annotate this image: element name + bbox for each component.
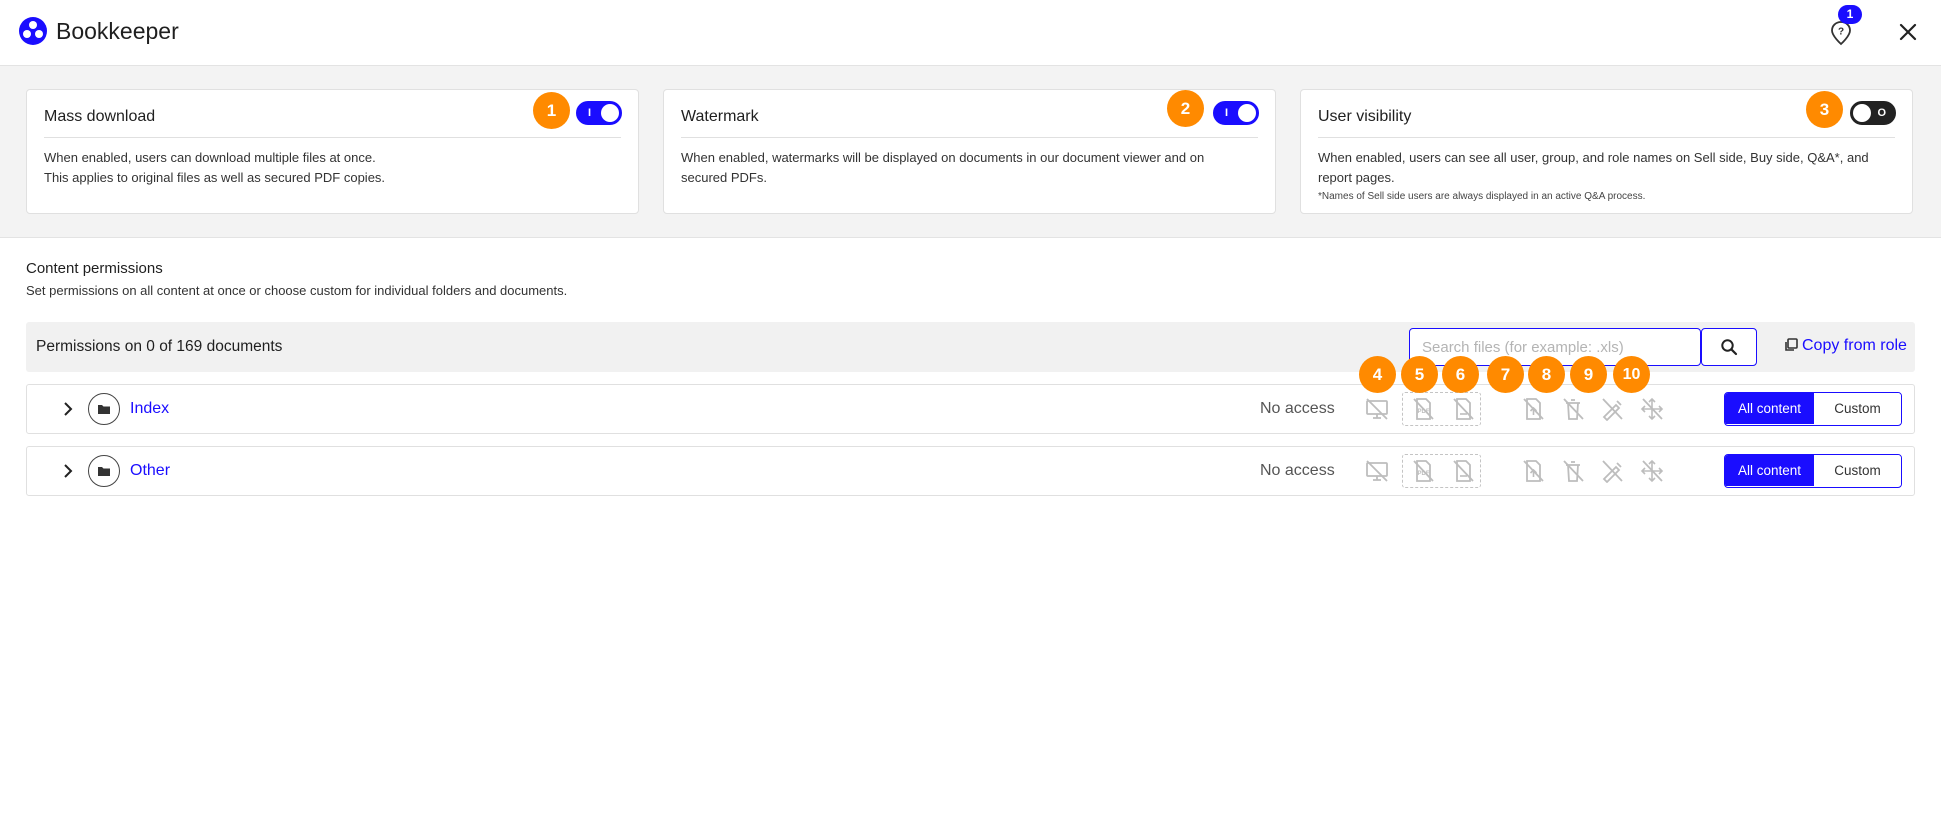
all-content-button[interactable]: All content [1725, 393, 1814, 424]
all-content-button[interactable]: All content [1725, 455, 1814, 486]
settings-panel: Mass download I When enabled, users can … [0, 66, 1941, 238]
card-note: *Names of Sell side users are always dis… [1318, 191, 1646, 202]
custom-button[interactable]: Custom [1814, 455, 1901, 486]
folder-icon [88, 455, 120, 487]
search-icon [1721, 339, 1738, 356]
folder-row-other[interactable]: Other No access PDF All content Custom [26, 446, 1915, 496]
content-permissions-title: Content permissions [26, 260, 163, 277]
access-level: No access [1260, 400, 1335, 417]
mass-download-toggle[interactable]: I [576, 101, 622, 125]
callout-badge: 7 [1487, 356, 1524, 393]
delete-disabled-icon[interactable] [1560, 397, 1586, 421]
callout-badge: 3 [1806, 91, 1843, 128]
help-badge: 1 [1838, 5, 1862, 24]
access-level: No access [1260, 462, 1335, 479]
people-logo-icon [19, 17, 47, 45]
callout-badge: 5 [1401, 356, 1438, 393]
copy-from-role-link[interactable]: Copy from role [1784, 337, 1907, 355]
upload-disabled-icon[interactable] [1520, 397, 1546, 421]
folder-name[interactable]: Index [130, 400, 169, 418]
content-permissions-subtitle: Set permissions on all content at once o… [26, 283, 568, 298]
permissions-count: Permissions on 0 of 169 documents [36, 338, 283, 355]
callout-badge: 9 [1570, 356, 1607, 393]
card-description: When enabled, users can see all user, gr… [1318, 148, 1882, 204]
callout-badge: 4 [1359, 356, 1396, 393]
chevron-right-icon[interactable] [60, 401, 76, 417]
app-title: Bookkeeper [56, 18, 179, 44]
card-description: When enabled, watermarks will be display… [681, 150, 1205, 185]
chevron-right-icon[interactable] [60, 463, 76, 479]
callout-badge: 8 [1528, 356, 1565, 393]
download-original-disabled-icon[interactable] [1450, 397, 1476, 421]
edit-disabled-icon[interactable] [1599, 397, 1625, 421]
move-disabled-icon[interactable] [1639, 459, 1665, 483]
app-header: Bookkeeper ? 1 [0, 0, 1941, 66]
view-disabled-icon[interactable] [1364, 459, 1390, 483]
card-title: User visibility [1318, 108, 1412, 125]
search-button[interactable] [1701, 328, 1757, 366]
download-pdf-disabled-icon[interactable]: PDF [1410, 397, 1436, 421]
folder-icon [88, 393, 120, 425]
custom-button[interactable]: Custom [1814, 393, 1901, 424]
card-title: Watermark [681, 108, 759, 125]
scope-segmented-control: All content Custom [1724, 454, 1902, 488]
delete-disabled-icon[interactable] [1560, 459, 1586, 483]
edit-disabled-icon[interactable] [1599, 459, 1625, 483]
watermark-toggle[interactable]: I [1213, 101, 1259, 125]
card-description: When enabled, users can download multipl… [44, 150, 386, 185]
upload-disabled-icon[interactable] [1520, 459, 1546, 483]
copy-icon [1785, 338, 1798, 351]
folder-name[interactable]: Other [130, 462, 170, 480]
callout-badge: 2 [1167, 90, 1204, 127]
scope-segmented-control: All content Custom [1724, 392, 1902, 426]
card-title: Mass download [44, 108, 156, 125]
download-pdf-disabled-icon[interactable]: PDF [1410, 459, 1436, 483]
callout-badge: 10 [1613, 356, 1650, 393]
callout-badge: 6 [1442, 356, 1479, 393]
callout-badge: 1 [533, 92, 570, 129]
close-icon[interactable] [1896, 20, 1920, 44]
svg-text:?: ? [1838, 27, 1844, 38]
view-disabled-icon[interactable] [1364, 397, 1390, 421]
user-visibility-toggle[interactable]: O [1850, 101, 1896, 125]
download-original-disabled-icon[interactable] [1450, 459, 1476, 483]
move-disabled-icon[interactable] [1639, 397, 1665, 421]
